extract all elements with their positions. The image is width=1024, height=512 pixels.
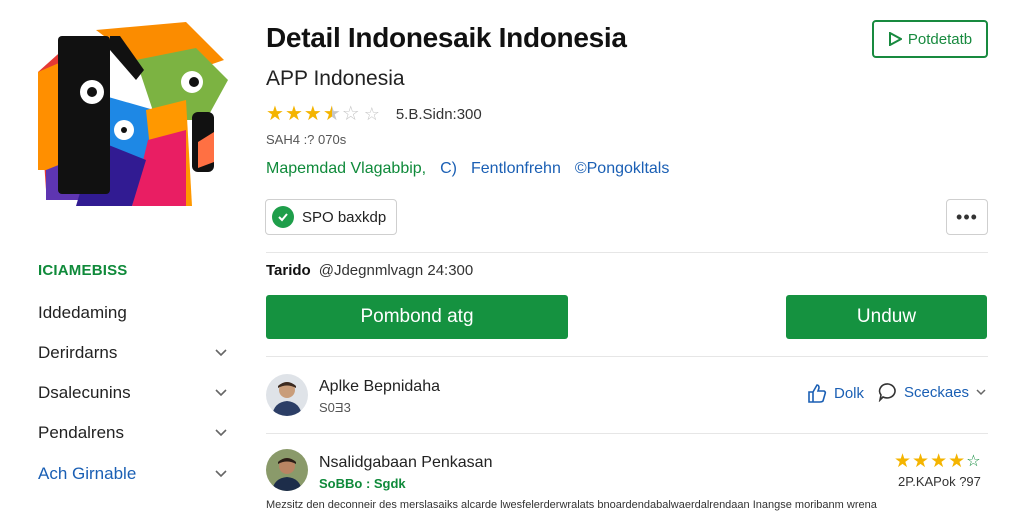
sidebar-item-label: Ach Girnable (38, 464, 137, 483)
review-author: Aplke Bepnidaha (319, 378, 440, 395)
tag-link[interactable]: ©Pongokltals (575, 160, 670, 178)
divider (266, 433, 988, 434)
star-icon: ★ (303, 103, 322, 125)
top-action-label: Potdetatb (907, 30, 973, 48)
star-outline-icon: ☆ (966, 453, 981, 470)
review-meta: S0Ǝ3 (319, 400, 351, 415)
sidebar-item-2[interactable]: Dsalecunins (38, 379, 228, 407)
chevron-down-icon (976, 389, 986, 396)
size-text: SAH4 :? 070s (266, 132, 347, 147)
star-outline-icon: ☆ (363, 104, 380, 124)
tag-link[interactable]: Mapemdad Vlagabbip, (266, 160, 426, 178)
chevron-down-icon (215, 470, 227, 478)
chevron-down-icon (215, 389, 227, 397)
meta-label: Tarido (266, 262, 311, 279)
like-button[interactable]: Dolk (806, 382, 864, 404)
star-icon: ★ (322, 103, 341, 125)
sidebar-item-1[interactable]: Derirdarns (38, 339, 228, 367)
avatar (266, 449, 308, 491)
app-logo (38, 22, 228, 206)
review-meta: SoBBo : Sgdk (319, 476, 406, 491)
sidebar-item-3[interactable]: Pendalrens (38, 419, 228, 447)
sidebar-item-label: Dsalecunins (38, 383, 131, 402)
app-title: Detail Indonesaik Indonesia (266, 22, 627, 53)
star-icon: ★ (284, 103, 303, 125)
divider (266, 252, 988, 253)
chevron-down-icon (215, 429, 227, 437)
comments-button[interactable]: Sceckaes (878, 382, 987, 402)
comments-label: Sceckaes (904, 383, 970, 401)
review-score: 2P.KAPok ?97 (898, 474, 981, 489)
comment-icon (878, 383, 896, 402)
meta-value: @Jdegnmlvagn 24:300 (318, 262, 474, 279)
sidebar-title: ICIAMEBISS (38, 262, 128, 279)
star-icon: ★ (948, 451, 966, 472)
tag-link[interactable]: Fentlonfrehn (471, 160, 561, 178)
sidebar-item-4[interactable]: Ach Girnable (38, 460, 228, 488)
avatar (266, 374, 308, 416)
check-icon (272, 206, 294, 228)
chevron-down-icon (215, 349, 227, 357)
sidebar-item-0[interactable]: Iddedaming (38, 299, 228, 327)
more-options-button[interactable]: ••• (946, 199, 988, 235)
top-action-button[interactable]: Potdetatb (872, 20, 988, 58)
divider (266, 356, 988, 357)
tags-row: Mapemdad Vlagabbip, C) Fentlonfrehn ©Pon… (266, 160, 669, 178)
sidebar-item-label: Pendalrens (38, 423, 125, 442)
review-author: Nsalidgabaan Penkasan (319, 454, 493, 471)
play-icon (888, 32, 902, 46)
rating-row: ★ ★ ★ ★ ☆ ☆ 5.B.Sidn:300 (266, 104, 482, 124)
star-icon: ★ (930, 451, 948, 472)
rating-stars: ★ ★ ★ ★ ☆ (266, 104, 360, 124)
star-icon: ★ (894, 451, 912, 472)
like-label: Dolk (834, 384, 865, 402)
primary-left-button[interactable]: Pombond atg (266, 295, 568, 339)
review-body: Mezsitz den deconneir des merslasaiks al… (266, 499, 877, 511)
meta-row: Tarido @Jdegnmlvagn 24:300 (266, 262, 473, 279)
star-icon: ☆ (341, 103, 360, 125)
sidebar-item-label: Iddedaming (38, 303, 127, 322)
star-icon: ★ (266, 103, 284, 125)
app-subtitle: APP Indonesia (266, 67, 405, 90)
tag-link[interactable]: C) (440, 160, 457, 178)
sidebar-item-label: Derirdarns (38, 343, 118, 362)
review-stars: ★ ★ ★ ★ ☆ (894, 452, 981, 472)
star-icon: ★ (912, 451, 930, 472)
badge-label: SPO baxkdp (302, 208, 387, 226)
verified-badge: SPO baxkdp (265, 199, 397, 235)
rating-text: 5.B.Sidn:300 (395, 105, 482, 123)
thumbs-up-icon (808, 384, 827, 403)
download-button[interactable]: Unduw (786, 295, 987, 339)
